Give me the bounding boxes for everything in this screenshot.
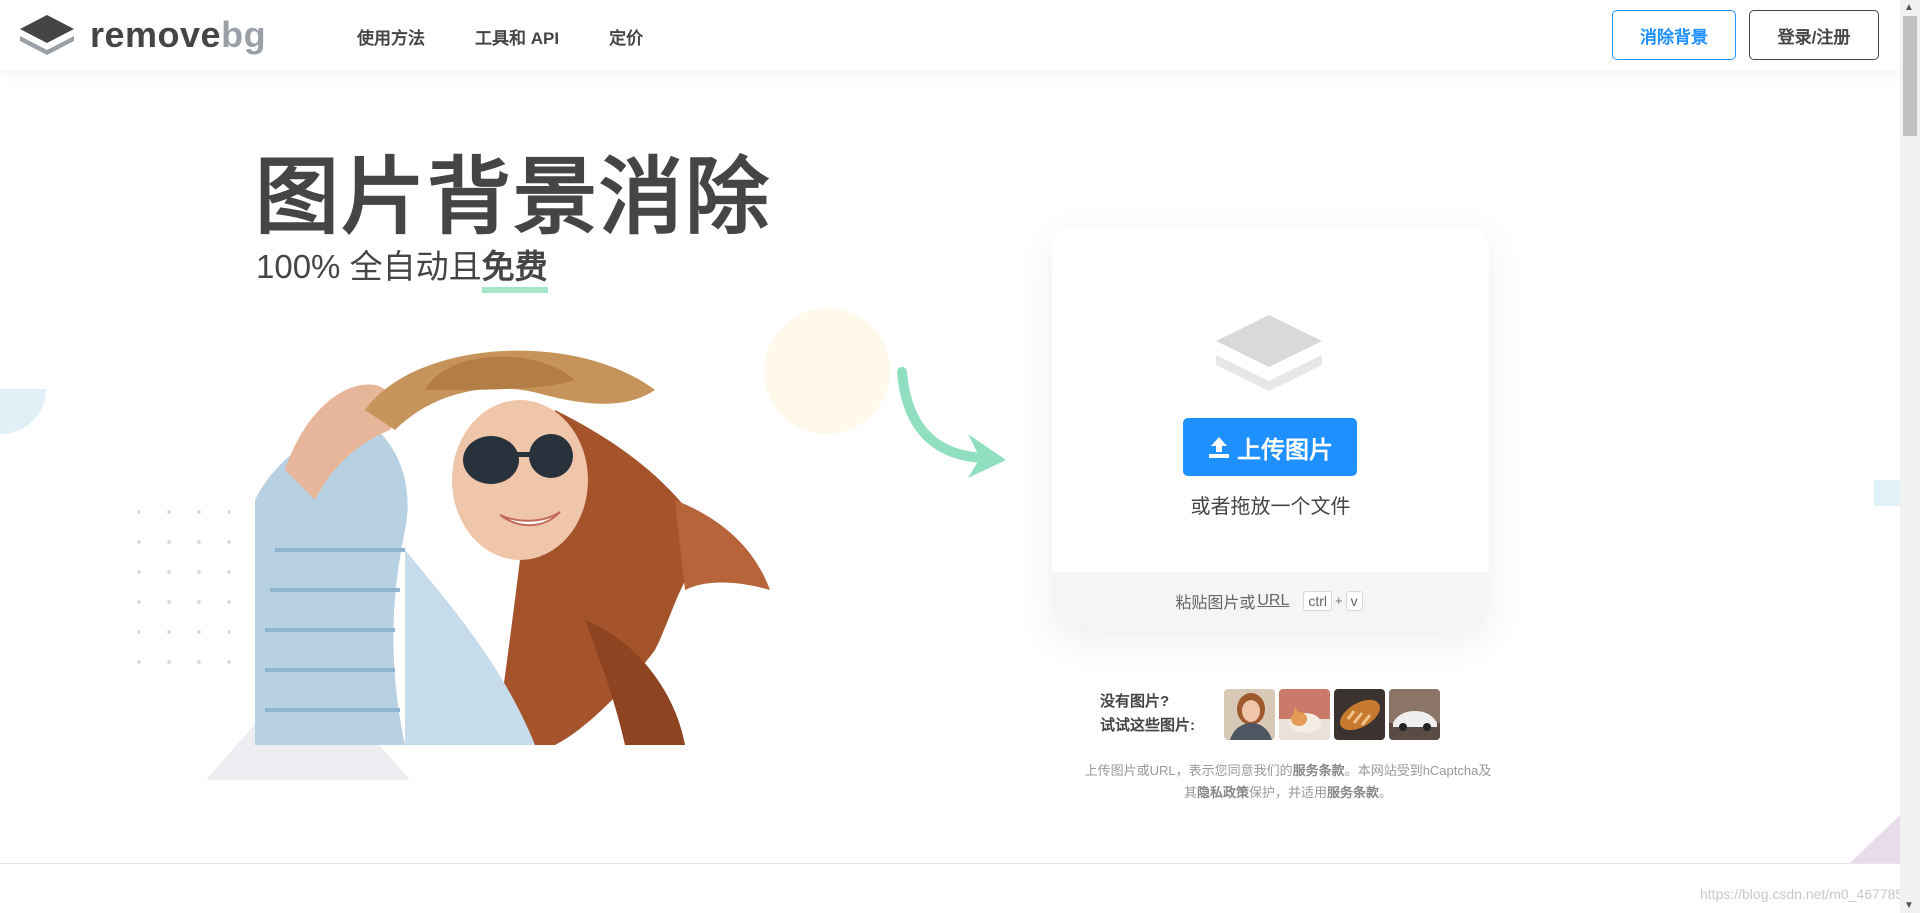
sample-thumb-bread[interactable] (1334, 689, 1385, 740)
login-signup-button[interactable]: 登录/注册 (1749, 10, 1879, 60)
sample-thumb-car[interactable] (1389, 689, 1440, 740)
remove-background-button[interactable]: 消除背景 (1612, 10, 1736, 60)
kbd-plus: + (1335, 593, 1343, 608)
paste-hint-bar: 粘贴图片或 URL ctrl + v (1052, 572, 1489, 629)
drop-file-hint: 或者拖放一个文件 (1190, 496, 1351, 518)
logo[interactable]: removebg (20, 14, 266, 56)
paste-url-link[interactable]: URL (1257, 592, 1289, 610)
kbd-v: v (1345, 590, 1363, 611)
terms-text-3: 其 (1183, 785, 1197, 800)
scroll-thumb[interactable] (1903, 16, 1917, 136)
paste-hint-text: 粘贴图片或 (1175, 594, 1256, 612)
samples-line-1: 没有图片? (1100, 693, 1170, 710)
bread-thumbnail-image (1334, 689, 1385, 740)
sample-images-label: 没有图片? 试试这些图片: (1100, 690, 1195, 738)
subtitle-free-highlight: 免费 (481, 248, 548, 293)
layers-placeholder-icon (1216, 315, 1322, 391)
decorative-corner-triangle (1850, 815, 1900, 863)
layers-logo-icon (20, 15, 74, 55)
nav-how-to-use[interactable]: 使用方法 (357, 24, 425, 49)
terms-notice: 上传图片或URL，表示您同意我们的服务条款。本网站受到hCaptcha及 其隐私政… (1048, 760, 1528, 804)
page-scrollbar[interactable]: ▲ ▼ (1900, 0, 1920, 913)
sample-thumb-woman[interactable] (1224, 689, 1275, 740)
page-subtitle: 100% 全自动且免费 (256, 240, 548, 293)
terms-text-2: 。本网站受到hCaptcha及 (1344, 763, 1492, 778)
logo-text-remove: remove (90, 14, 222, 55)
terms-of-service-link[interactable]: 服务条款 (1293, 763, 1345, 778)
terms-text-5: 。 (1379, 785, 1393, 800)
samples-line-2: 试试这些图片: (1100, 717, 1195, 734)
upload-button-label: 上传图片 (1237, 436, 1333, 464)
curved-arrow-icon (897, 367, 1006, 478)
cat-thumbnail-image (1279, 689, 1330, 740)
nav-pricing[interactable]: 定价 (609, 24, 643, 49)
logo-text-bg: bg (221, 14, 267, 55)
blog-watermark: https://blog.csdn.net/m0_46778548 (1700, 886, 1919, 902)
terms-text-4: 保护，并适用 (1248, 785, 1327, 800)
logo-wordmark: removebg (90, 14, 266, 56)
terms-text-1: 上传图片或URL，表示您同意我们的 (1084, 763, 1293, 778)
privacy-policy-link[interactable]: 隐私政策 (1197, 785, 1249, 800)
decorative-circle (764, 308, 890, 434)
decorative-square (1874, 480, 1900, 506)
scroll-up-arrow-icon[interactable]: ▲ (1904, 2, 1914, 13)
decorative-semicircle (0, 389, 46, 434)
upload-card[interactable]: 上传图片 或者拖放一个文件 粘贴图片或 URL ctrl + v (1052, 227, 1489, 629)
car-thumbnail-image (1389, 689, 1440, 740)
top-navbar: removebg 使用方法 工具和 API 定价 消除背景 登录/注册 (0, 0, 1900, 70)
terms-of-service-link-2[interactable]: 服务条款 (1327, 785, 1379, 800)
main-nav: 使用方法 工具和 API 定价 (357, 24, 643, 49)
scroll-down-arrow-icon[interactable]: ▼ (1904, 900, 1914, 911)
woman-thumbnail-image (1224, 689, 1275, 740)
section-divider (0, 863, 1900, 864)
page-title: 图片背景消除 (255, 150, 772, 244)
upload-image-button[interactable]: 上传图片 (1183, 418, 1357, 476)
sample-thumb-cat[interactable] (1279, 689, 1330, 740)
kbd-ctrl: ctrl (1303, 590, 1333, 611)
upload-icon (1209, 437, 1229, 458)
nav-tools-api[interactable]: 工具和 API (475, 24, 559, 49)
subtitle-prefix: 100% 全自动且 (256, 248, 482, 285)
hero-woman-photo (255, 350, 770, 745)
